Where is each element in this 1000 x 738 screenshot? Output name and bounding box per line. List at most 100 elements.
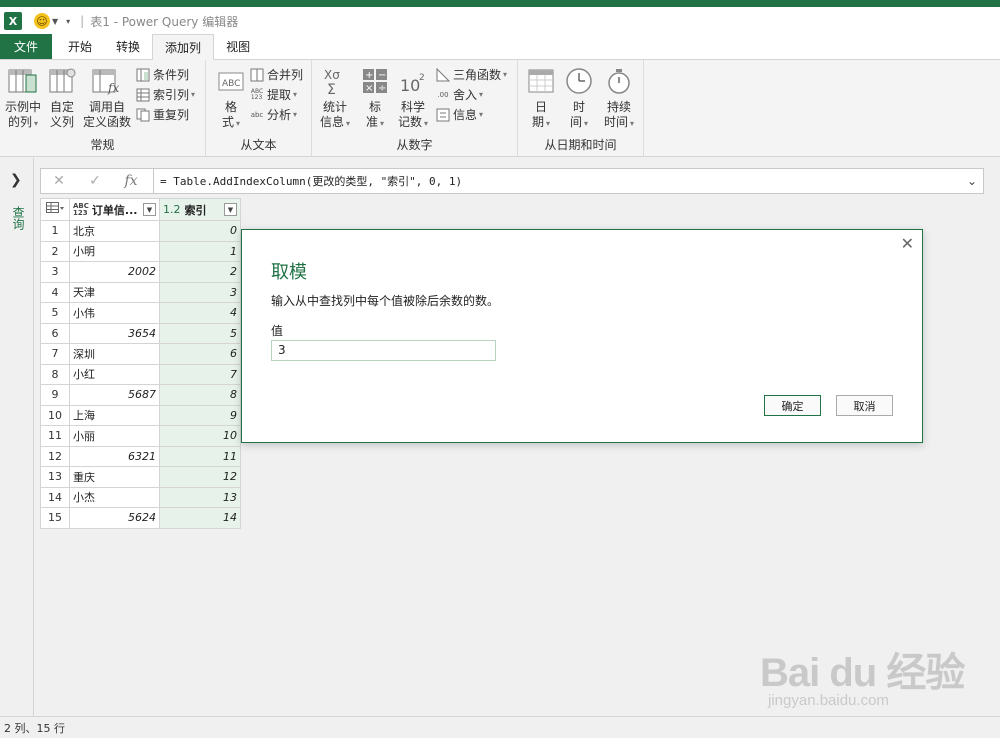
cell-index[interactable]: 1 (159, 240, 241, 262)
cell-index[interactable]: 6 (159, 343, 241, 365)
cell-order-info[interactable]: 5624 (69, 507, 160, 529)
table-row[interactable]: 2 小明 1 (40, 240, 241, 262)
row-number[interactable]: 1 (40, 220, 70, 242)
value-input[interactable]: 3 (271, 340, 496, 361)
cell-index[interactable]: 9 (159, 404, 241, 426)
feedback-dropdown-icon[interactable]: ▼ (52, 17, 58, 26)
invoke-custom-function-button[interactable]: fx 调用自 定义函数 (82, 66, 132, 130)
table-row[interactable]: 13 重庆 12 (40, 466, 241, 488)
column-header-order-info[interactable]: ABC 123 订单信... ▼ (69, 198, 160, 221)
cancel-formula-icon[interactable]: ✕ (41, 169, 77, 193)
tab-home[interactable]: 开始 (56, 34, 104, 59)
format-button[interactable]: ABC 格 式 ▾ (208, 66, 254, 131)
duration-button[interactable]: 持续 时间 ▾ (596, 66, 642, 131)
cell-index[interactable]: 12 (159, 466, 241, 488)
table-row[interactable]: 10 上海 9 (40, 404, 241, 426)
row-number[interactable]: 7 (40, 343, 70, 365)
cell-index[interactable]: 10 (159, 425, 241, 447)
cell-order-info[interactable]: 上海 (69, 404, 160, 426)
table-row[interactable]: 6 3654 5 (40, 322, 241, 344)
expand-queries-chevron-icon[interactable]: ❯ (10, 172, 22, 188)
cell-order-info[interactable]: 小丽 (69, 425, 160, 447)
column-type-any-icon[interactable]: ABC 123 (73, 202, 89, 217)
cancel-button[interactable]: 取消 (836, 395, 893, 416)
insert-function-icon[interactable]: fx (113, 169, 149, 193)
table-row[interactable]: 15 5624 14 (40, 507, 241, 529)
tab-transform[interactable]: 转换 (104, 34, 152, 59)
cell-index[interactable]: 11 (159, 445, 241, 467)
cell-order-info[interactable]: 小伟 (69, 302, 160, 324)
cell-index[interactable]: 4 (159, 302, 241, 324)
table-row[interactable]: 14 小杰 13 (40, 486, 241, 508)
row-number[interactable]: 15 (40, 507, 70, 529)
commit-formula-icon[interactable]: ✓ (77, 169, 113, 193)
rounding-button[interactable]: .00 舍入 ▾ (436, 85, 483, 104)
table-row[interactable]: 11 小丽 10 (40, 425, 241, 447)
ok-button[interactable]: 确定 (764, 395, 821, 416)
formula-input[interactable]: = Table.AddIndexColumn(更改的类型, "索引", 0, 1… (158, 173, 961, 189)
cell-index[interactable]: 3 (159, 281, 241, 303)
row-number[interactable]: 8 (40, 363, 70, 385)
column-filter-dropdown-icon[interactable]: ▼ (143, 203, 156, 216)
extract-button[interactable]: ABC 123 提取 ▾ (250, 85, 297, 104)
merge-columns-button[interactable]: 合并列 (250, 65, 303, 84)
column-filter-dropdown-icon[interactable]: ▼ (224, 203, 237, 216)
table-row[interactable]: 8 小红 7 (40, 363, 241, 385)
row-number[interactable]: 4 (40, 281, 70, 303)
custom-column-button[interactable]: 自定 义列 (39, 66, 85, 130)
cell-index[interactable]: 8 (159, 384, 241, 406)
table-row[interactable]: 5 小伟 4 (40, 302, 241, 324)
column-header-index[interactable]: 1.2 索引 ▼ (159, 198, 241, 221)
trigonometry-button[interactable]: 三角函数 ▾ (436, 65, 507, 84)
scientific-button[interactable]: 10 2 科学 记数 ▾ (390, 66, 436, 131)
index-column-button[interactable]: 索引列 ▾ (136, 85, 195, 104)
row-number[interactable]: 12 (40, 445, 70, 467)
table-row[interactable]: 12 6321 11 (40, 445, 241, 467)
row-number[interactable]: 9 (40, 384, 70, 406)
row-number[interactable]: 5 (40, 302, 70, 324)
cell-index[interactable]: 2 (159, 261, 241, 283)
cell-index[interactable]: 7 (159, 363, 241, 385)
tab-add-column[interactable]: 添加列 (152, 34, 215, 60)
table-row[interactable]: 7 深圳 6 (40, 343, 241, 365)
cell-order-info[interactable]: 北京 (69, 220, 160, 242)
row-number[interactable]: 11 (40, 425, 70, 447)
table-row[interactable]: 3 2002 2 (40, 261, 241, 283)
row-number[interactable]: 10 (40, 404, 70, 426)
row-number[interactable]: 3 (40, 261, 70, 283)
cell-order-info[interactable]: 小杰 (69, 486, 160, 508)
parse-button[interactable]: abc 分析 ▾ (250, 105, 297, 124)
information-button[interactable]: 信息 ▾ (436, 105, 483, 124)
cell-index[interactable]: 13 (159, 486, 241, 508)
row-number[interactable]: 6 (40, 322, 70, 344)
cell-order-info[interactable]: 小明 (69, 240, 160, 262)
queries-label[interactable]: 查询 (10, 206, 27, 230)
column-type-decimal-icon[interactable]: 1.2 (163, 203, 181, 216)
close-icon[interactable]: ✕ (901, 234, 914, 253)
row-number[interactable]: 13 (40, 466, 70, 488)
cell-order-info[interactable]: 深圳 (69, 343, 160, 365)
cell-index[interactable]: 5 (159, 322, 241, 344)
duplicate-column-button[interactable]: 重复列 (136, 105, 189, 124)
row-number[interactable]: 14 (40, 486, 70, 508)
row-number[interactable]: 2 (40, 240, 70, 262)
cell-order-info[interactable]: 重庆 (69, 466, 160, 488)
table-row[interactable]: 9 5687 8 (40, 384, 241, 406)
tab-view[interactable]: 视图 (214, 34, 262, 59)
quick-access-customize-icon[interactable]: ▾ (66, 17, 70, 26)
cell-index[interactable]: 0 (159, 220, 241, 242)
table-row[interactable]: 4 天津 3 (40, 281, 241, 303)
cell-order-info[interactable]: 2002 (69, 261, 160, 283)
table-menu-button[interactable] (40, 198, 70, 221)
cell-order-info[interactable]: 3654 (69, 322, 160, 344)
cell-order-info[interactable]: 小红 (69, 363, 160, 385)
feedback-smiley-icon[interactable]: ☺ (34, 13, 50, 29)
cell-index[interactable]: 14 (159, 507, 241, 529)
expand-formula-chevron-icon[interactable]: ⌄ (961, 174, 983, 188)
cell-order-info[interactable]: 6321 (69, 445, 160, 467)
table-row[interactable]: 1 北京 0 (40, 220, 241, 242)
cell-order-info[interactable]: 5687 (69, 384, 160, 406)
cell-order-info[interactable]: 天津 (69, 281, 160, 303)
conditional-column-button[interactable]: 条件列 (136, 65, 189, 84)
tab-file[interactable]: 文件 (0, 34, 53, 59)
